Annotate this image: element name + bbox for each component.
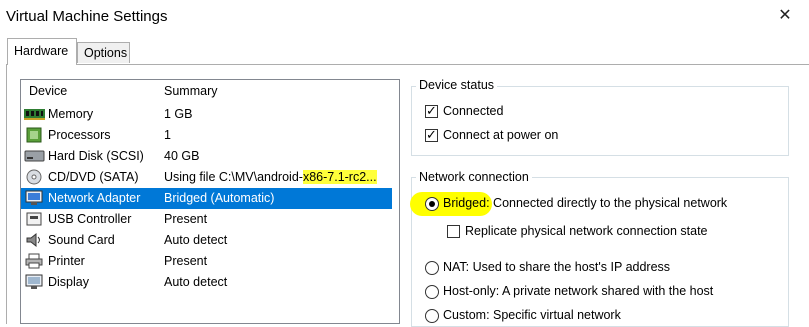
bridged-radio[interactable] xyxy=(425,197,439,211)
processor-icon xyxy=(24,127,45,143)
device-row-processors[interactable]: Processors 1 xyxy=(21,125,392,146)
host-only-radio[interactable] xyxy=(425,285,439,299)
device-row-usb-controller[interactable]: USB Controller Present xyxy=(21,209,392,230)
device-status-group xyxy=(411,86,789,156)
device-status-title: Device status xyxy=(416,78,498,92)
custom-radio[interactable] xyxy=(425,309,439,323)
bridged-label[interactable]: Bridged: Connected directly to the physi… xyxy=(443,196,727,210)
device-summary: Auto detect xyxy=(164,233,228,247)
cd-path-text: Using file C:\MV\android- xyxy=(164,170,303,184)
device-name: CD/DVD (SATA) xyxy=(48,170,139,184)
usb-controller-icon xyxy=(24,211,45,227)
device-summary: Bridged (Automatic) xyxy=(164,191,275,205)
custom-label[interactable]: Custom: Specific virtual network xyxy=(443,308,621,322)
device-row-sound-card[interactable]: Sound Card Auto detect xyxy=(21,230,392,251)
column-header-device[interactable]: Device xyxy=(29,84,67,98)
checkmark-icon: ✓ xyxy=(426,127,437,142)
window-title: Virtual Machine Settings xyxy=(6,8,168,25)
checkmark-icon: ✓ xyxy=(426,103,437,118)
replicate-checkbox[interactable] xyxy=(447,225,460,238)
network-connection-title: Network connection xyxy=(416,170,532,184)
tab-options[interactable]: Options xyxy=(77,42,130,63)
tab-hardware[interactable]: Hardware xyxy=(7,38,77,65)
radio-dot xyxy=(429,201,435,207)
memory-icon xyxy=(24,106,45,122)
close-icon[interactable]: ✕ xyxy=(771,5,799,27)
device-name: Sound Card xyxy=(48,233,115,247)
device-name: Printer xyxy=(48,254,85,268)
device-summary: Auto detect xyxy=(164,275,228,289)
replicate-label[interactable]: Replicate physical network connection st… xyxy=(465,224,708,238)
device-row-network-adapter[interactable]: Network Adapter Bridged (Automatic) xyxy=(21,188,392,209)
bridged-label-highlight: Bridged: xyxy=(443,196,490,210)
device-summary: Present xyxy=(164,254,208,268)
display-icon xyxy=(24,274,45,290)
connect-at-power-on-label[interactable]: Connect at power on xyxy=(443,128,558,142)
printer-icon xyxy=(24,253,45,269)
title-bar: Virtual Machine Settings ✕ xyxy=(0,0,809,33)
sound-card-icon xyxy=(24,232,45,248)
tab-strip: Hardware Options xyxy=(0,38,809,66)
device-name: Hard Disk (SCSI) xyxy=(48,149,144,163)
device-summary: 1 GB xyxy=(164,107,193,121)
device-row-display[interactable]: Display Auto detect xyxy=(21,272,392,293)
device-name: Network Adapter xyxy=(48,191,141,205)
device-name: Memory xyxy=(48,107,94,121)
device-summary: 1 xyxy=(164,128,171,142)
device-name: USB Controller xyxy=(48,212,132,226)
device-summary: 40 GB xyxy=(164,149,200,163)
nat-label[interactable]: NAT: Used to share the host's IP address xyxy=(443,260,670,274)
device-list[interactable]: Device Summary Memory 1 GB Processors 1 … xyxy=(20,79,400,324)
hard-disk-icon xyxy=(24,148,45,164)
device-row-printer[interactable]: Printer Present xyxy=(21,251,392,272)
connected-label[interactable]: Connected xyxy=(443,104,503,118)
column-header-summary[interactable]: Summary xyxy=(164,84,217,98)
device-name: Processors xyxy=(48,128,111,142)
bridged-label-rest: Connected directly to the physical netwo… xyxy=(489,196,728,210)
connected-checkbox[interactable]: ✓ xyxy=(425,103,438,118)
cd-dvd-icon xyxy=(24,169,45,185)
nat-radio[interactable] xyxy=(425,261,439,275)
host-only-label[interactable]: Host-only: A private network shared with… xyxy=(443,284,713,298)
network-adapter-icon xyxy=(24,190,45,206)
connect-at-power-on-checkbox[interactable]: ✓ xyxy=(425,127,438,142)
device-row-memory[interactable]: Memory 1 GB xyxy=(21,104,392,125)
device-summary: Present xyxy=(164,212,208,226)
device-name: Display xyxy=(48,275,89,289)
